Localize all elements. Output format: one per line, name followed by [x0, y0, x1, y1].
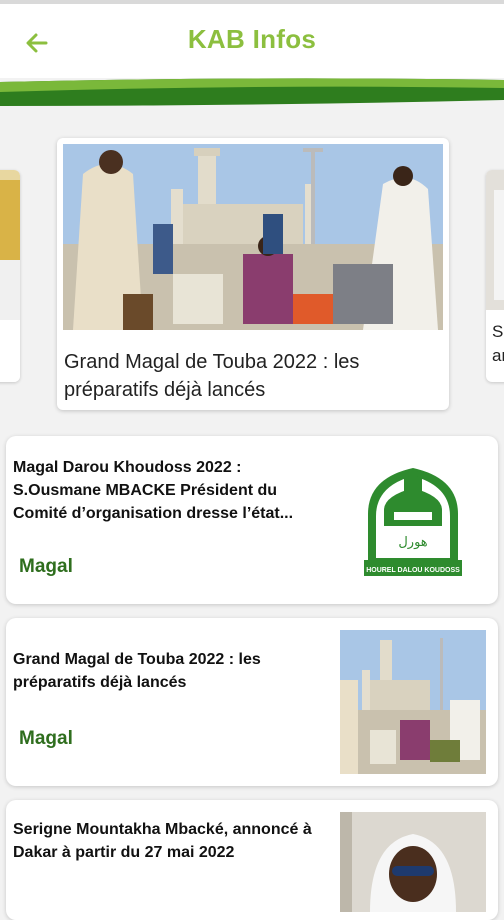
article-category: Magal [19, 728, 73, 749]
carousel-prev-card[interactable] [0, 170, 20, 382]
article-card[interactable]: Serigne Mountakha Mbacké, annoncé à Daka… [6, 800, 498, 920]
article-card[interactable]: Grand Magal de Touba 2022 : les préparat… [6, 618, 498, 786]
carousel-next-card[interactable]: Sian [486, 170, 504, 382]
hourel-dalou-koudoss-logo: ﻫﻮﺭﻝ HOUREL DALOU KOUDOSS [340, 454, 486, 588]
header-green-band [0, 78, 504, 106]
article-thumbnail [340, 812, 486, 912]
featured-carousel[interactable]: Grand Magal de Touba 2022 : les préparat… [0, 106, 504, 426]
svg-text:ﻫﻮﺭﻝ: ﻫﻮﺭﻝ [398, 535, 427, 550]
article-thumbnail: ﻫﻮﺭﻝ HOUREL DALOU KOUDOSS [340, 454, 486, 588]
article-card[interactable]: Magal Darou Khoudoss 2022 : S.Ousmane MB… [6, 436, 498, 604]
article-title: Serigne Mountakha Mbacké, annoncé à Daka… [13, 821, 312, 861]
article-title: Magal Darou Khoudoss 2022 : S.Ousmane MB… [13, 459, 294, 522]
carousel-next-card-title: Sian [492, 322, 504, 365]
svg-text:HOUREL DALOU KOUDOSS: HOUREL DALOU KOUDOSS [366, 567, 460, 574]
featured-article-card[interactable]: Grand Magal de Touba 2022 : les préparat… [57, 138, 449, 410]
featured-article-title: Grand Magal de Touba 2022 : les préparat… [64, 351, 360, 401]
page-title: KAB Infos [187, 24, 317, 54]
article-category: Magal [19, 556, 73, 577]
featured-article-image [63, 144, 443, 330]
article-title: Grand Magal de Touba 2022 : les préparat… [13, 651, 261, 691]
app-bar: KAB Infos [0, 4, 504, 78]
article-thumbnail [340, 630, 486, 774]
